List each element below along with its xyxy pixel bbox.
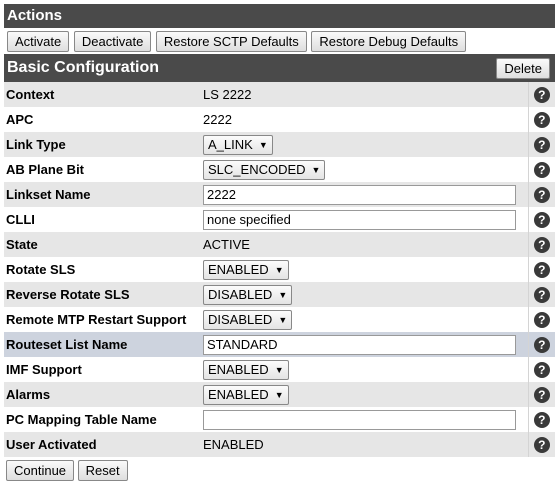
row-user-activated: User Activated ENABLED ? [4,432,555,457]
linkset-name-input[interactable] [203,184,516,205]
state-label: State [4,232,201,257]
row-routeset-list-name: Routeset List Name ? [4,332,555,357]
row-link-type: Link Type A_LINK ▼ ? [4,132,555,157]
reverse-rotate-sls-select[interactable]: DISABLED ▼ [203,284,293,305]
help-icon[interactable]: ? [533,136,550,153]
deactivate-button[interactable]: Deactivate [73,31,152,52]
link-type-select[interactable]: A_LINK ▼ [203,134,273,155]
reset-button[interactable]: Reset [77,460,128,481]
basic-config-header: Basic Configuration Delete [4,54,555,82]
ab-plane-bit-selected: SLC_ENCODED [208,161,306,177]
help-icon[interactable]: ? [533,386,550,403]
ab-plane-bit-label: AB Plane Bit [6,162,85,177]
pc-mapping-table-label: PC Mapping Table Name [6,412,157,427]
help-icon[interactable]: ? [533,311,550,328]
help-icon[interactable]: ? [533,261,550,278]
row-linkset-name: Linkset Name ? [4,182,555,207]
remote-mtp-restart-selected: DISABLED [208,311,273,327]
chevron-down-icon: ▼ [311,164,321,175]
help-icon[interactable]: ? [533,211,550,228]
row-remote-mtp-restart: Remote MTP Restart Support DISABLED ▼ ? [4,307,555,332]
chevron-down-icon: ▼ [278,314,288,325]
help-icon[interactable]: ? [533,361,550,378]
chevron-down-icon: ▼ [274,364,284,375]
alarms-label: Alarms [4,382,201,407]
config-table: Context LS 2222 ? APC 2222 ? Link Type A… [4,82,555,457]
link-type-label: Link Type [4,132,201,157]
imf-support-selected: ENABLED [208,361,269,377]
actions-title: Actions [7,7,63,24]
rotate-sls-label: Rotate SLS [6,262,76,277]
help-icon[interactable]: ? [533,186,550,203]
help-icon[interactable]: ? [533,111,550,128]
help-icon[interactable]: ? [533,286,550,303]
basic-config-title: Basic Configuration [7,59,160,76]
chevron-down-icon: ▼ [278,289,288,300]
reverse-rotate-sls-selected: DISABLED [208,286,273,302]
row-state: State ACTIVE ? [4,232,555,257]
chevron-down-icon: ▼ [274,389,284,400]
restore-sctp-defaults-button[interactable]: Restore SCTP Defaults [155,31,307,52]
user-activated-label: User Activated [4,432,201,457]
reverse-rotate-sls-label: Reverse Rotate SLS [4,282,201,307]
rotate-sls-selected: ENABLED [208,261,269,277]
continue-button[interactable]: Continue [6,460,75,481]
apc-value: 2222 [203,112,232,127]
restore-debug-defaults-button[interactable]: Restore Debug Defaults [311,31,467,52]
linkset-name-label: Linkset Name [4,182,201,207]
pc-mapping-table-input[interactable] [203,409,516,430]
row-pc-mapping-table: PC Mapping Table Name ? [4,407,555,432]
row-ab-plane-bit: AB Plane Bit SLC_ENCODED ▼ ? [4,157,555,182]
form-footer: Continue Reset [4,457,555,481]
config-page: Actions Activate Deactivate Restore SCTP… [4,4,555,481]
row-apc: APC 2222 ? [4,107,555,132]
routeset-list-name-input[interactable] [203,334,516,355]
remote-mtp-restart-select[interactable]: DISABLED ▼ [203,309,293,330]
state-value: ACTIVE [201,232,528,257]
help-icon[interactable]: ? [533,86,550,103]
help-icon[interactable]: ? [533,161,550,178]
clli-input[interactable] [203,209,516,230]
row-alarms: Alarms ENABLED ▼ ? [4,382,555,407]
routeset-list-name-label: Routeset List Name [4,332,201,357]
ab-plane-bit-select[interactable]: SLC_ENCODED ▼ [203,159,326,180]
imf-support-select[interactable]: ENABLED ▼ [203,359,289,380]
help-icon[interactable]: ? [533,336,550,353]
actions-header: Actions [4,4,555,28]
rotate-sls-select[interactable]: ENABLED ▼ [203,259,289,280]
user-activated-value: ENABLED [201,432,528,457]
actions-toolbar: Activate Deactivate Restore SCTP Default… [4,28,555,54]
row-reverse-rotate-sls: Reverse Rotate SLS DISABLED ▼ ? [4,282,555,307]
context-label: Context [4,82,201,107]
row-context: Context LS 2222 ? [4,82,555,107]
remote-mtp-restart-label: Remote MTP Restart Support [6,312,187,327]
help-icon[interactable]: ? [533,436,550,453]
imf-support-label: IMF Support [6,362,82,377]
activate-button[interactable]: Activate [7,31,70,52]
delete-button[interactable]: Delete [496,58,550,79]
link-type-selected: A_LINK [208,136,253,152]
help-icon[interactable]: ? [533,236,550,253]
apc-label: APC [6,112,34,127]
row-clli: CLLI ? [4,207,555,232]
row-rotate-sls: Rotate SLS ENABLED ▼ ? [4,257,555,282]
chevron-down-icon: ▼ [258,139,268,150]
alarms-selected: ENABLED [208,386,269,402]
alarms-select[interactable]: ENABLED ▼ [203,384,289,405]
context-value: LS 2222 [201,82,528,107]
row-imf-support: IMF Support ENABLED ▼ ? [4,357,555,382]
help-icon[interactable]: ? [533,411,550,428]
chevron-down-icon: ▼ [274,264,284,275]
clli-label: CLLI [6,212,35,227]
